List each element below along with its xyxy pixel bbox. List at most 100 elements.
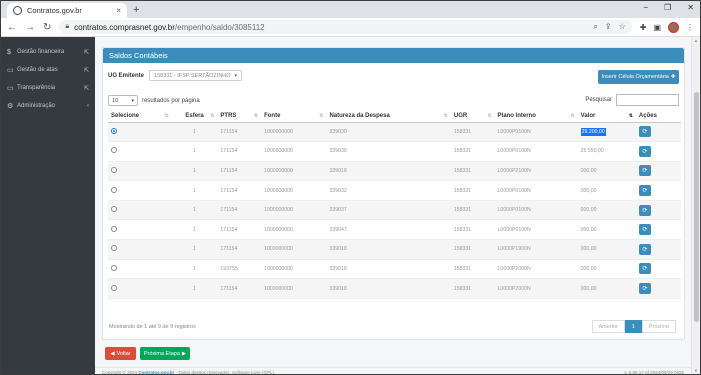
- scroll-down-icon[interactable]: ▼: [694, 368, 698, 373]
- column-header-label: Fonte: [264, 112, 281, 119]
- chevron-down-icon: ▾: [234, 72, 238, 79]
- refresh-icon[interactable]: ⟳: [638, 126, 651, 138]
- close-tab-icon[interactable]: ×: [116, 6, 121, 15]
- sort-icon: ⇅: [570, 113, 575, 119]
- menu-dots-icon[interactable]: ⋮: [686, 23, 694, 32]
- actions-cell: ⟳: [635, 278, 681, 299]
- column-header[interactable]: Fonte ⇅: [261, 110, 327, 123]
- row-radio[interactable]: [111, 225, 117, 232]
- refresh-icon[interactable]: ⟳: [638, 263, 651, 275]
- column-header[interactable]: Esfera ⇅: [171, 110, 218, 123]
- minimize-icon[interactable]: −: [643, 3, 648, 12]
- row-radio[interactable]: [111, 166, 117, 173]
- refresh-icon[interactable]: ⟳: [638, 243, 651, 255]
- column-header[interactable]: Selecione ⇅: [108, 110, 172, 123]
- table-header-row: Selecione ⇅ Esfera ⇅ PTRS ⇅ Fonte ⇅ Natureza da …: [108, 110, 681, 123]
- cell-value: 171154: [220, 128, 238, 135]
- sidebar-item-gestao-financeira[interactable]: $ Gestão financeira ⇱: [1, 43, 95, 61]
- actions-cell: ⟳: [635, 122, 681, 143]
- cell-value: 158331: [453, 148, 472, 155]
- plus-icon: ✚: [670, 74, 676, 80]
- footer: Copyright © 2024 Contratos.gov.br - Todo…: [95, 367, 691, 374]
- side-panel-icon[interactable]: ▣: [653, 23, 661, 32]
- refresh-icon[interactable]: ⟳: [638, 283, 651, 295]
- column-header[interactable]: Natureza da Despesa ⇅: [326, 110, 451, 123]
- cell-natureza: 339018: [326, 278, 451, 299]
- column-header[interactable]: PTRS ⇅: [217, 110, 262, 123]
- footer-link[interactable]: Contratos.gov.br: [138, 370, 174, 374]
- page-length-row: 10 ▾ resultados por página: [108, 95, 200, 106]
- window-close-icon[interactable]: ✕: [687, 3, 694, 12]
- search-input[interactable]: [616, 94, 679, 106]
- tab-title: Contratos.gov.br: [27, 6, 82, 15]
- cell-ugr: 158331: [450, 161, 495, 182]
- zoom-icon[interactable]: ⌕: [593, 22, 597, 32]
- back-button[interactable]: ◀ Voltar: [105, 347, 136, 360]
- maximize-icon[interactable]: ❐: [664, 3, 671, 12]
- row-radio[interactable]: [111, 206, 117, 213]
- next-page-button[interactable]: Próximo: [641, 320, 676, 333]
- refresh-icon[interactable]: ⟳: [638, 185, 651, 197]
- url-field[interactable]: 🔒︎ contratos.comprasnet.gov.br /empenho/…: [59, 20, 632, 34]
- row-radio[interactable]: [111, 264, 117, 271]
- scrollbar-thumb[interactable]: [694, 92, 699, 322]
- share-icon[interactable]: ⇪: [605, 22, 612, 32]
- cell-esfera: 1: [171, 122, 218, 143]
- table-row: 1 171154 1000000000 339018 158331 L0000P2100N…: [108, 161, 681, 182]
- page-1-button[interactable]: 1: [624, 320, 642, 333]
- column-header[interactable]: Valor ⇅: [577, 110, 636, 123]
- row-radio[interactable]: [111, 284, 117, 291]
- scroll-up-icon[interactable]: ▲: [694, 38, 698, 43]
- browser-window: Contratos.gov.br × + − ❐ ✕ ← → ↻ 🔒︎ cont…: [1, 1, 700, 374]
- scrollbar[interactable]: ▲ ▼: [691, 37, 700, 374]
- sidebar-item-administracao[interactable]: ⚙ Administração ‹: [1, 97, 95, 115]
- row-radio[interactable]: [111, 186, 117, 193]
- cell-value: 339037: [329, 207, 347, 214]
- sidebar-item-label: Administração: [17, 103, 56, 109]
- cell-plano: L0000P2000N: [494, 278, 578, 299]
- page-length-select[interactable]: 10 ▾: [108, 95, 138, 106]
- new-tab-button[interactable]: +: [133, 4, 139, 16]
- cell-value: 1: [193, 226, 197, 233]
- column-header[interactable]: UGR ⇅: [450, 110, 495, 123]
- cell-value: 339030: [329, 128, 347, 135]
- sidebar-item-gestao-atas[interactable]: ▭ Gestão de atas ⇱: [1, 61, 95, 79]
- column-header-label: Plano Interno: [497, 112, 536, 119]
- main-content: Saldos Contábeis UG Emitente 158331 - IF…: [95, 37, 700, 374]
- cell-value: L0000P0100N: [497, 128, 531, 135]
- reload-icon[interactable]: ↻: [43, 22, 51, 33]
- next-step-button[interactable]: Próxima Etapa ▶: [140, 347, 190, 360]
- table-row: 1 171154 1000000000 339018 158331 L0000P1900N…: [108, 239, 681, 260]
- cell-value: 1000000000: [264, 285, 293, 292]
- refresh-icon[interactable]: ⟳: [638, 145, 651, 157]
- browser-tab[interactable]: Contratos.gov.br ×: [7, 3, 127, 18]
- cell-esfera: 1: [171, 239, 218, 260]
- cell-value: 000,00: [580, 265, 597, 272]
- chevron-left-icon: ‹: [87, 103, 89, 109]
- column-header[interactable]: Plano Interno ⇅: [494, 110, 578, 123]
- cell-value: 158331: [453, 128, 472, 135]
- back-arrow-icon[interactable]: ←: [7, 22, 17, 33]
- cell-valor: 25.550,00: [577, 141, 636, 162]
- row-radio[interactable]: [111, 245, 117, 252]
- insert-cell-button[interactable]: Inserir Célula Orçamentária ✚: [598, 70, 679, 84]
- sidebar-item-transparencia[interactable]: ▭ Transparência ⇱: [1, 79, 95, 97]
- refresh-icon[interactable]: ⟳: [638, 204, 651, 216]
- column-header[interactable]: Ações: [635, 110, 681, 123]
- cell-esfera: 1: [171, 161, 218, 182]
- profile-avatar[interactable]: [668, 21, 679, 33]
- prev-page-button[interactable]: Anterior: [591, 320, 625, 333]
- cell-ugr: 158331: [450, 259, 495, 280]
- cell-natureza: 339039: [326, 141, 451, 162]
- bookmark-star-icon[interactable]: ☆: [619, 22, 626, 32]
- refresh-icon[interactable]: ⟳: [638, 224, 651, 236]
- extensions-icon[interactable]: ✚: [640, 23, 647, 32]
- forward-arrow-icon[interactable]: →: [25, 22, 35, 33]
- ug-emitente-select[interactable]: 158331 - IFSP SERTÃOZINHO ▾: [149, 70, 243, 81]
- cell-value: 158331: [453, 167, 472, 174]
- row-radio[interactable]: [111, 147, 117, 154]
- refresh-icon[interactable]: ⟳: [638, 165, 651, 177]
- row-radio[interactable]: [111, 127, 117, 134]
- cell-value: 339018: [329, 167, 347, 174]
- select-cell: [108, 180, 172, 201]
